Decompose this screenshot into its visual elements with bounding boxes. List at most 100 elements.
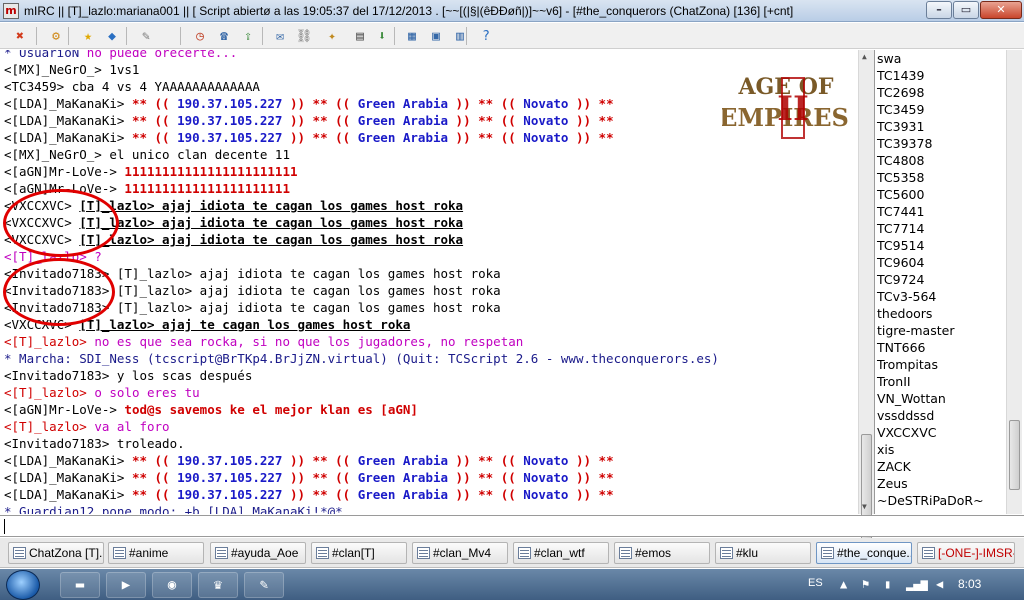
chat-line-segment: Green Arabia (357, 470, 449, 485)
scroll-down-arrow-icon[interactable]: ▼ (862, 502, 867, 511)
chat-line-segment: )) ** (( (282, 453, 358, 468)
nick-item[interactable]: ZACK (877, 458, 911, 475)
chat-line-segment: [T]_lazlo> ajaj idiota te cagan los game… (79, 198, 464, 213)
chat-line-segment: <Invitado7183> y los scas después (4, 368, 253, 383)
mirc-icon[interactable]: ♛ (198, 572, 238, 598)
nick-list[interactable]: swa TC1439 TC2698 TC3459 TC3931 TC39378 TC4808… (874, 50, 1008, 514)
nick-item[interactable]: tigre-master (877, 322, 954, 339)
options-icon[interactable]: ⚙ (46, 26, 66, 46)
nick-item[interactable]: TC39378 (877, 135, 932, 152)
toolbar-separator (126, 27, 127, 45)
chat-line-segment: * Guardian12 pone modo: +b [LDA]_MaKanaK… (4, 504, 343, 514)
dcc-send-icon[interactable]: ⇪ (238, 26, 258, 46)
nick-item[interactable]: TC5600 (877, 186, 924, 203)
chat-line-segment: <[T]_lazlo> (4, 419, 95, 434)
timer-icon[interactable]: ◷ (190, 26, 210, 46)
chat-line-segment: )) ** (( (448, 130, 524, 145)
scroll-up-arrow-icon[interactable]: ▲ (862, 52, 867, 61)
switchbar-tab[interactable]: #anime (108, 542, 204, 564)
nick-item[interactable]: Trompitas (877, 356, 938, 373)
show-hidden-icons-icon[interactable]: ▲ (840, 577, 847, 591)
channels-icon[interactable]: ◆ (102, 26, 122, 46)
nick-item[interactable]: TC7714 (877, 220, 924, 237)
nick-item[interactable]: TronII (877, 373, 911, 390)
toolbar: ✖ ⚙ ★ ◆ ✎ ◷ ☎ ⇪ ✉ ⛓ ✦ ▤ ⬇ ▦ ▣ ▥? (0, 23, 1024, 49)
nick-item[interactable]: TCv3-564 (877, 288, 936, 305)
nick-item[interactable]: TC3459 (877, 101, 924, 118)
nick-item[interactable]: VXCCXVC (877, 424, 937, 441)
nicklist-scrollbar[interactable] (1006, 50, 1022, 514)
clock[interactable]: 8:03 (958, 577, 981, 591)
switchbar-tab[interactable]: #clan_Mv4 (412, 542, 508, 564)
chat-line-segment: [T]_lazlo> ajaj idiota te cagan los game… (79, 215, 464, 230)
switchbar-tab[interactable]: [-ONE-]-IMSR-... (917, 542, 1015, 564)
nick-item[interactable]: TC1439 (877, 67, 924, 84)
chat-line-segment: Novato (523, 113, 569, 128)
chat-line: <[LDA]_MaKanaKi> ** (( 190.37.105.227 ))… (4, 469, 614, 486)
notify-icon[interactable]: ✦ (322, 26, 342, 46)
nicklist-scroll-thumb[interactable] (1009, 420, 1020, 490)
network-icon[interactable]: ▮ (884, 577, 891, 591)
nick-item[interactable]: TNT666 (877, 339, 925, 356)
nick-item[interactable]: TC2698 (877, 84, 924, 101)
address-book-icon[interactable]: ☎ (214, 26, 234, 46)
arrange-icon[interactable]: ▥ (450, 26, 470, 46)
minimize-button[interactable]: – (926, 1, 952, 19)
nick-item[interactable]: swa (877, 50, 901, 67)
nick-item[interactable]: TC9604 (877, 254, 924, 271)
url-list-icon[interactable]: ⛓ (294, 26, 314, 46)
switchbar-tab[interactable]: #emos (614, 542, 710, 564)
message-input[interactable] (0, 515, 1024, 537)
switchbar-tab[interactable]: ChatZona [T]... (8, 542, 104, 564)
favorites-icon[interactable]: ★ (78, 26, 98, 46)
chat-line-segment: * UsuarioN (4, 50, 87, 60)
nick-item[interactable]: Zeus (877, 475, 908, 492)
dcc-chat-icon[interactable]: ✉ (270, 26, 290, 46)
chat-line-segment: Green Arabia (357, 113, 449, 128)
cascade-icon[interactable]: ▣ (426, 26, 446, 46)
channel-window-icon (922, 547, 935, 559)
switchbar-tab-label: #anime (129, 546, 169, 560)
chat-line-segment: ** (( (131, 470, 178, 485)
switchbar-tab[interactable]: #clan_wtf (513, 542, 609, 564)
language-indicator[interactable]: ES (808, 577, 823, 589)
mirc-app-icon[interactable]: m (3, 3, 19, 19)
log-icon[interactable]: ▤ (350, 26, 370, 46)
nick-item[interactable]: xis (877, 441, 894, 458)
chat-line-segment: 1111111111111111111111 (124, 181, 290, 196)
nick-item[interactable]: VN_Wottan (877, 390, 946, 407)
close-button[interactable]: ✕ (980, 1, 1022, 19)
action-center-flag-icon[interactable]: ⚑ (862, 577, 869, 591)
nick-item[interactable]: TC9514 (877, 237, 924, 254)
chat-scrollbar[interactable]: ▲ ▼ (858, 50, 874, 544)
nick-item[interactable]: TC7441 (877, 203, 924, 220)
paint-icon[interactable]: ✎ (244, 572, 284, 598)
signal-bars-icon[interactable]: ▂▄▆ (906, 577, 928, 591)
volume-icon[interactable]: ◀ (936, 577, 943, 591)
tile-icon[interactable]: ▦ (402, 26, 422, 46)
chat-line-segment: )) ** (568, 113, 614, 128)
help-icon[interactable]: ? (476, 26, 496, 46)
chat-line-segment: <[LDA]_MaKanaKi> (4, 113, 132, 128)
start-button[interactable] (6, 570, 40, 600)
nick-item[interactable]: ~DeSTRiPaDoR~ (877, 492, 984, 509)
explorer-icon[interactable]: ▬ (60, 572, 100, 598)
received-files-icon[interactable]: ⬇ (372, 26, 392, 46)
nick-item[interactable]: TC5358 (877, 169, 924, 186)
switchbar-tab[interactable]: #ayuda_Aoe (210, 542, 306, 564)
chat-line-segment: <[aGN]Mr-LoVe-> (4, 164, 125, 179)
nick-item[interactable]: TC9724 (877, 271, 924, 288)
chrome-icon[interactable]: ◉ (152, 572, 192, 598)
nick-item[interactable]: TC4808 (877, 152, 924, 169)
switchbar-tab[interactable]: #clan[T] (311, 542, 407, 564)
switchbar-tab[interactable]: #klu (715, 542, 811, 564)
scripts-editor-icon[interactable]: ✎ (136, 26, 156, 46)
nick-item[interactable]: TC3931 (877, 118, 924, 135)
chat-line-segment: )) ** (( (448, 113, 524, 128)
connect-icon[interactable]: ✖ (10, 26, 30, 46)
switchbar-tab[interactable]: #the_conque... (816, 542, 912, 564)
maximize-button[interactable]: ▭ (953, 1, 979, 19)
nick-item[interactable]: vssddssd (877, 407, 934, 424)
media-player-icon[interactable]: ▶ (106, 572, 146, 598)
nick-item[interactable]: thedoors (877, 305, 932, 322)
